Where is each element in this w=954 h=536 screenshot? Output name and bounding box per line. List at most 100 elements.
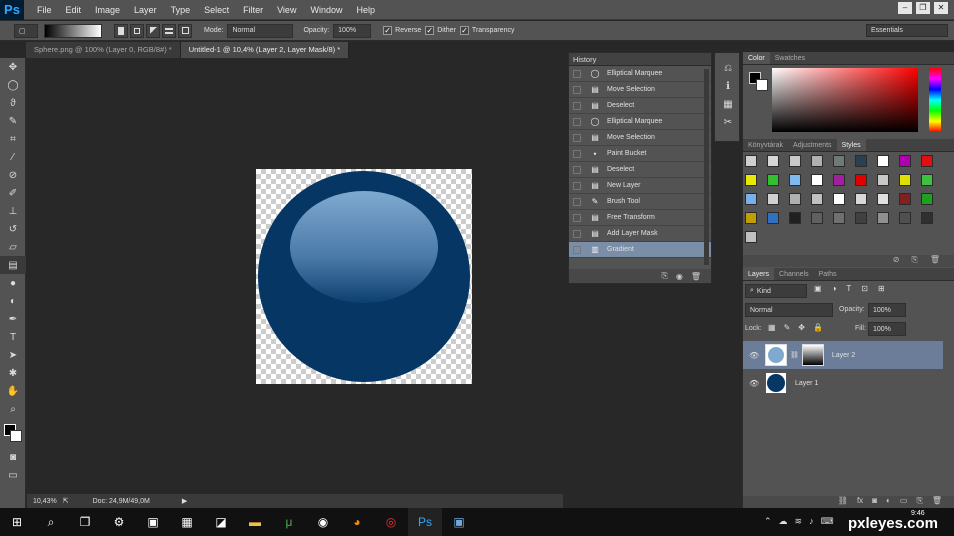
menu-filter[interactable]: Filter <box>236 5 270 15</box>
adjustment-layer-icon[interactable]: ◐ <box>886 496 891 508</box>
history-item[interactable]: ▤ Deselect <box>569 162 711 178</box>
layer-opacity-field[interactable]: 100% <box>868 303 906 317</box>
lasso-tool-icon[interactable]: ϑ <box>0 94 26 112</box>
screen-mode-icon[interactable]: ▭ <box>0 466 26 484</box>
history-item[interactable]: ✎ Brush Tool <box>569 194 711 210</box>
lock-move-icon[interactable]: ✥ <box>798 323 805 332</box>
fx-icon[interactable]: fx <box>857 496 863 508</box>
style-swatch[interactable] <box>899 212 911 224</box>
restore-button[interactable]: ❐ <box>916 2 930 14</box>
new-layer-icon[interactable]: ⎘ <box>916 496 922 508</box>
style-swatch[interactable] <box>855 212 867 224</box>
hue-slider[interactable] <box>929 68 941 132</box>
quick-mask-icon[interactable]: ◙ <box>0 448 26 466</box>
tab-sphere[interactable]: Sphere.png @ 100% (Layer 0, RGB/8#) * <box>26 42 181 58</box>
transparency-checkbox[interactable]: ✓ <box>459 26 469 35</box>
link-layers-icon[interactable]: ⛓ <box>838 496 848 508</box>
brush-panel-icon[interactable]: ✂ <box>715 113 741 131</box>
menu-select[interactable]: Select <box>197 5 236 15</box>
new-document-icon[interactable]: ⎘ <box>661 271 667 281</box>
brush-tool-icon[interactable]: ✐ <box>0 184 26 202</box>
style-swatch[interactable] <box>877 212 889 224</box>
style-swatch[interactable] <box>877 155 889 167</box>
color-background[interactable] <box>756 79 768 91</box>
shape-tool-icon[interactable]: ✱ <box>0 364 26 382</box>
lock-transparent-icon[interactable]: ▦ <box>768 323 776 332</box>
history-source-checkbox[interactable] <box>573 101 581 110</box>
layer-mask-thumbnail[interactable] <box>801 344 824 366</box>
history-item[interactable]: ▤ New Layer <box>569 178 711 194</box>
tab-styles[interactable]: Styles <box>836 139 866 151</box>
style-swatch[interactable] <box>767 174 779 186</box>
tab-paths[interactable]: Paths <box>814 268 842 280</box>
store-icon[interactable]: ▣ <box>136 508 170 536</box>
smart-filter-icon[interactable]: ⊞ <box>878 284 885 293</box>
crop-tool-icon[interactable]: ⌗ <box>0 130 26 148</box>
move-tool-icon[interactable]: ✥ <box>0 58 26 76</box>
style-swatch[interactable] <box>789 174 801 186</box>
style-swatch[interactable] <box>767 193 779 205</box>
style-swatch[interactable] <box>855 155 867 167</box>
eyedropper-tool-icon[interactable]: ⁄ <box>0 148 26 166</box>
calculator-icon[interactable]: ▦ <box>170 508 204 536</box>
delete-style-icon[interactable]: 🗑 <box>930 255 940 267</box>
layer-name[interactable]: Layer 1 <box>795 380 818 387</box>
healing-tool-icon[interactable]: ⊘ <box>0 166 26 184</box>
windows-start-icon[interactable]: ⊞ <box>0 508 34 536</box>
history-source-checkbox[interactable] <box>573 165 581 174</box>
style-swatch[interactable] <box>789 212 801 224</box>
explorer-icon[interactable]: ▬ <box>238 508 272 536</box>
background-color[interactable] <box>10 430 22 442</box>
style-swatch[interactable] <box>811 193 823 205</box>
visibility-eye-icon[interactable]: 👁 <box>749 351 759 360</box>
type-tool-icon[interactable]: T <box>0 328 26 346</box>
style-swatch[interactable] <box>899 155 911 167</box>
info-panel-icon[interactable]: ℹ <box>715 77 741 95</box>
menu-window[interactable]: Window <box>303 5 349 15</box>
history-item[interactable]: ▤ Move Selection <box>569 82 711 98</box>
clone-stamp-tool-icon[interactable]: ⊥ <box>0 202 26 220</box>
blur-tool-icon[interactable]: ● <box>0 274 26 292</box>
zoom-level[interactable]: 10,43% <box>33 498 57 505</box>
style-swatch[interactable] <box>921 212 933 224</box>
history-source-checkbox[interactable] <box>573 69 581 78</box>
tab-libraries[interactable]: Könyvtárak <box>743 139 788 151</box>
history-source-checkbox[interactable] <box>573 181 581 190</box>
keyboard-icon[interactable]: ⌨ <box>821 516 834 527</box>
gradient-picker[interactable] <box>44 23 102 38</box>
history-source-checkbox[interactable] <box>573 197 581 206</box>
style-swatch[interactable] <box>833 174 845 186</box>
tool-preset-picker[interactable]: ▢ <box>14 23 38 38</box>
style-swatch[interactable] <box>899 193 911 205</box>
clear-style-icon[interactable]: ⊘ <box>893 255 900 267</box>
history-item[interactable]: ▤ Move Selection <box>569 130 711 146</box>
layer-row-layer2[interactable]: 👁 ⛓ Layer 2 <box>743 341 943 369</box>
style-swatch[interactable] <box>833 212 845 224</box>
angle-gradient-button[interactable] <box>146 23 160 38</box>
close-button[interactable]: ✕ <box>934 2 948 14</box>
history-panel-title[interactable]: History <box>569 53 711 66</box>
tab-untitled[interactable]: Untitled-1 @ 10,4% (Layer 2, Layer Mask/… <box>180 42 350 58</box>
linear-gradient-button[interactable] <box>114 23 128 38</box>
history-item[interactable]: ◯ Elliptical Marquee <box>569 114 711 130</box>
snapshot-icon[interactable]: ◉ <box>676 272 683 281</box>
style-swatch[interactable] <box>855 174 867 186</box>
history-panel-icon[interactable]: ⎌ <box>715 59 741 77</box>
menu-layer[interactable]: Layer <box>127 5 164 15</box>
export-icon[interactable]: ⇱ <box>63 497 69 505</box>
quick-select-tool-icon[interactable]: ✎ <box>0 112 26 130</box>
search-icon[interactable]: ⌕ <box>34 508 68 536</box>
history-source-checkbox[interactable] <box>573 133 581 142</box>
layer-name[interactable]: Layer 2 <box>832 352 855 359</box>
history-item[interactable]: ⬩ Paint Bucket <box>569 146 711 162</box>
photos-icon[interactable]: ◪ <box>204 508 238 536</box>
task-view-icon[interactable]: ❐ <box>68 508 102 536</box>
history-item[interactable]: ◯ Elliptical Marquee <box>569 66 711 82</box>
visibility-eye-icon[interactable]: 👁 <box>749 379 759 388</box>
shape-filter-icon[interactable]: ⊡ <box>861 284 868 293</box>
style-swatch[interactable] <box>921 193 933 205</box>
history-brush-tool-icon[interactable]: ↺ <box>0 220 26 238</box>
marquee-tool-icon[interactable]: ◯ <box>0 76 26 94</box>
style-swatch[interactable] <box>745 231 757 243</box>
pixel-filter-icon[interactable]: ▣ <box>814 284 822 293</box>
